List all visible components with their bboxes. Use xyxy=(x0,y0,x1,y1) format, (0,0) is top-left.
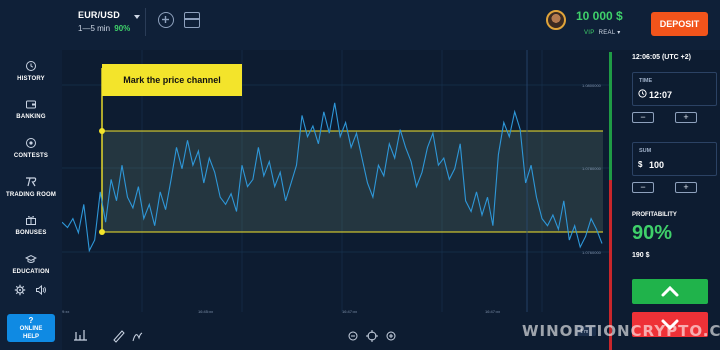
time-decrease-button[interactable]: − xyxy=(632,112,654,123)
zoom-out-icon[interactable] xyxy=(348,331,358,341)
sidebar-item-banking[interactable]: BANKING xyxy=(0,98,62,120)
price-label: 1.0780000 xyxy=(582,166,602,171)
zoom-in-icon[interactable] xyxy=(386,331,396,341)
deposit-button[interactable]: DEPOSIT xyxy=(651,12,708,36)
indicators-icon[interactable] xyxy=(132,332,143,342)
trade-panel: 12:06:05 (UTC +2) TIME 12:07 − + SUM $ 1… xyxy=(620,50,720,350)
channel-hint: Mark the price channel xyxy=(102,64,242,96)
vip-badge: VIP xyxy=(584,30,595,36)
sidebar-item-label: BANKING xyxy=(16,114,46,120)
price-chart[interactable]: 1.0800000 1.0780000 1.0760000 9:xx 16:45… xyxy=(61,50,612,350)
top-bar: EUR/USD 1—5 min 90% 10 000 $ VIP REAL ▾ D… xyxy=(0,0,720,50)
time-value: 12:07 xyxy=(649,90,673,100)
sidebar-item-education[interactable]: EDUCATION xyxy=(0,253,62,275)
layout-button[interactable] xyxy=(184,12,200,28)
help-label: ONLINE xyxy=(19,326,43,332)
sidebar-item-label: BONUSES xyxy=(15,230,47,236)
divider xyxy=(145,8,146,36)
account-selector[interactable]: REAL ▾ xyxy=(599,30,621,36)
payout-value: 190 $ xyxy=(632,252,650,259)
balance[interactable]: 10 000 $ xyxy=(576,9,623,23)
sidebar: HISTORY BANKING CONTESTS TRADING ROOM BO… xyxy=(0,50,62,350)
pencil-icon[interactable] xyxy=(113,330,125,343)
time-label: 9:xx xyxy=(62,309,69,314)
timeframe: 1—5 min xyxy=(78,24,111,33)
wallet-icon xyxy=(26,100,36,109)
profitability-value: 90% xyxy=(632,222,673,244)
candles-icon[interactable] xyxy=(74,330,87,341)
time-caption: TIME xyxy=(639,78,653,84)
sidebar-item-label: EDUCATION xyxy=(12,269,50,275)
graduation-cap-icon xyxy=(25,254,37,263)
time-label: 16:47:xx xyxy=(485,309,500,314)
gift-icon xyxy=(26,216,36,225)
plus-icon xyxy=(162,16,169,23)
sidebar-item-history[interactable]: HISTORY xyxy=(0,60,62,82)
clock-icon xyxy=(638,89,647,98)
chevron-down-icon[interactable] xyxy=(134,15,140,19)
asset-meta: 1—5 min 90% xyxy=(78,24,130,33)
sum-increase-button[interactable]: + xyxy=(675,182,697,193)
add-chart-button[interactable] xyxy=(158,12,174,28)
time-label: 16:47:xx xyxy=(342,309,357,314)
sum-decrease-button[interactable]: − xyxy=(632,182,654,193)
sum-caption: SUM xyxy=(639,148,652,154)
online-help-button[interactable]: ? ONLINE HELP xyxy=(7,314,55,342)
time-field[interactable]: TIME 12:07 xyxy=(632,72,717,106)
history-icon xyxy=(26,61,36,71)
sidebar-item-trading-room[interactable]: TRADING ROOM xyxy=(0,176,62,198)
sidebar-item-label: TRADING ROOM xyxy=(5,192,57,198)
help-label-2: HELP xyxy=(22,334,39,340)
time-label: 16:45:xx xyxy=(198,309,213,314)
currency-symbol: $ xyxy=(638,160,643,169)
sidebar-item-bonuses[interactable]: BONUSES xyxy=(0,214,62,236)
volume-indicator xyxy=(609,52,612,350)
watermark: WINOPTIONCRYPTO.COM xyxy=(522,322,720,340)
channel-handle-top[interactable] xyxy=(99,128,105,134)
profitability-caption: PROFITABILITY xyxy=(632,212,677,218)
arrow-up-icon xyxy=(661,285,679,297)
time-increase-button[interactable]: + xyxy=(675,112,697,123)
call-button[interactable] xyxy=(632,279,708,304)
account-type[interactable]: VIP REAL ▾ xyxy=(584,29,621,36)
price-label: 1.0760000 xyxy=(582,250,602,255)
sum-field[interactable]: SUM $ 100 xyxy=(632,142,717,176)
sidebar-item-label: HISTORY xyxy=(17,76,45,82)
price-label: 1.0800000 xyxy=(582,83,602,88)
contest-icon xyxy=(26,138,36,148)
sum-value[interactable]: 100 xyxy=(649,160,664,170)
sidebar-item-label: CONTESTS xyxy=(13,153,49,159)
price-channel xyxy=(102,131,603,232)
asset-selector[interactable]: EUR/USD 1—5 min 90% xyxy=(78,10,130,33)
help-icon: ? xyxy=(28,316,34,325)
server-clock: 12:06:05 (UTC +2) xyxy=(632,54,691,61)
gear-icon[interactable] xyxy=(14,284,26,296)
asset-name[interactable]: EUR/USD xyxy=(78,10,130,20)
crosshair-icon[interactable] xyxy=(366,330,378,342)
sidebar-item-contests[interactable]: CONTESTS xyxy=(0,137,62,159)
avatar[interactable] xyxy=(546,10,566,30)
asset-payout: 90% xyxy=(114,24,131,33)
sound-icon[interactable] xyxy=(35,284,47,296)
trading-room-icon xyxy=(26,177,37,187)
channel-handle-bottom[interactable] xyxy=(99,229,105,235)
